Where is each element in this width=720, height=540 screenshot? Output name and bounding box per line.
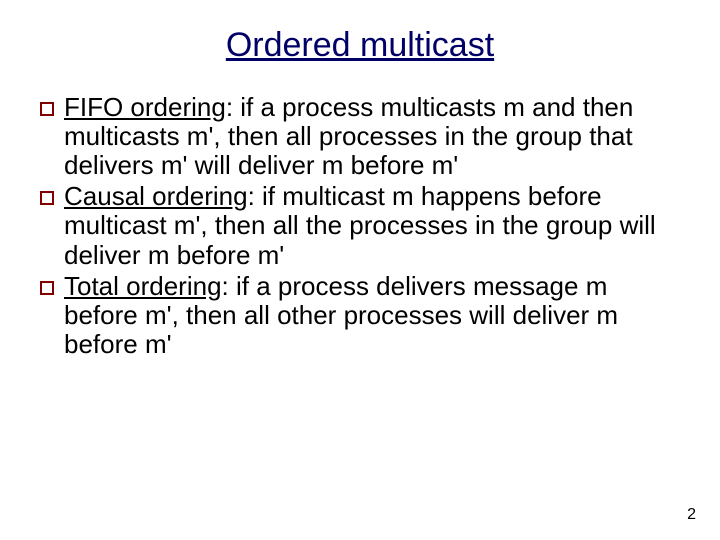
bullet-item: Causal ordering: if multicast m happens … bbox=[40, 182, 680, 269]
bullet-text: Causal ordering: if multicast m happens … bbox=[64, 182, 680, 269]
bullet-label: FIFO ordering bbox=[64, 92, 226, 122]
slide: Ordered multicast FIFO ordering: if a pr… bbox=[0, 0, 720, 540]
bullet-label: Total ordering bbox=[64, 271, 222, 301]
bullet-label: Causal ordering bbox=[64, 181, 248, 211]
bullet-item: FIFO ordering: if a process multicasts m… bbox=[40, 93, 680, 180]
bullet-marker-icon bbox=[40, 281, 54, 295]
slide-body: FIFO ordering: if a process multicasts m… bbox=[40, 93, 680, 359]
page-number: 2 bbox=[687, 506, 696, 524]
bullet-text: Total ordering: if a process delivers me… bbox=[64, 272, 680, 359]
slide-title: Ordered multicast bbox=[40, 26, 680, 65]
bullet-item: Total ordering: if a process delivers me… bbox=[40, 272, 680, 359]
bullet-marker-icon bbox=[40, 102, 54, 116]
bullet-text: FIFO ordering: if a process multicasts m… bbox=[64, 93, 680, 180]
bullet-marker-icon bbox=[40, 191, 54, 205]
